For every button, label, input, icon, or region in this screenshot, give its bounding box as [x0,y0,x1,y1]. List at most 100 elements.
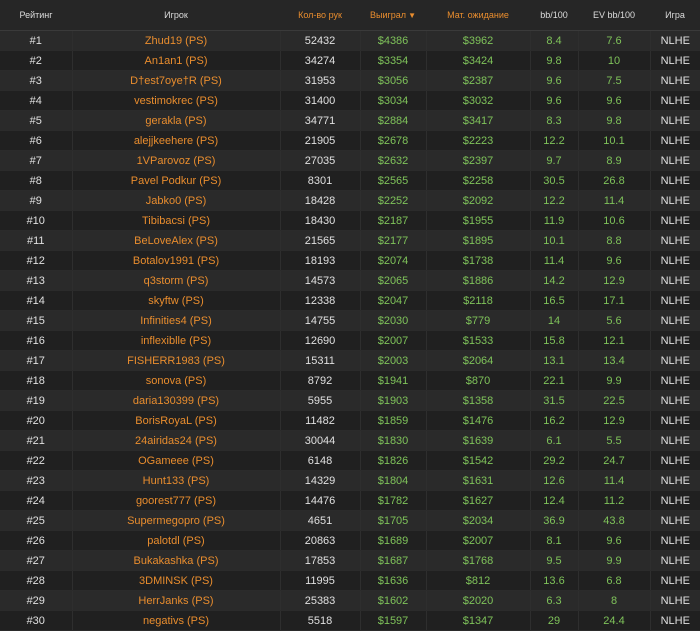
player-name-link[interactable]: gerakla (PS) [71,110,280,131]
player-name-link[interactable]: Hunt133 (PS) [71,470,280,491]
player-name-link[interactable]: HerrJanks (PS) [71,590,280,611]
bb100-cell: 11.4 [529,250,578,271]
bb100-cell: 15.8 [529,330,578,351]
player-name-link[interactable]: Bukakashka (PS) [71,550,280,571]
player-name-link[interactable]: negativs (PS) [71,610,280,631]
bb100-cell: 9.6 [529,90,578,111]
table-row: #27 Bukakashka (PS) 17853 $1687 $1768 9.5 9.9 N… [0,550,700,571]
player-name-link[interactable]: BeLoveAlex (PS) [71,230,280,251]
evbb100-cell: 8.8 [577,230,650,251]
player-name-link[interactable]: q3storm (PS) [71,270,280,291]
game-cell: NLHE [649,390,700,411]
won-cell: $2177 [359,230,426,251]
player-name-link[interactable]: goorest777 (PS) [71,490,280,511]
ev-cell: $2020 [425,590,530,611]
won-cell: $1602 [359,590,426,611]
evbb100-cell: 24.4 [577,610,650,631]
rank-cell: #14 [0,290,72,311]
player-name-link[interactable]: palotdl (PS) [71,530,280,551]
player-name-link[interactable]: Pavel Podkur (PS) [71,170,280,191]
player-name-link[interactable]: vestimokrec (PS) [71,90,280,111]
hands-cell: 34771 [279,110,360,131]
bb100-cell: 6.1 [529,430,578,451]
player-name-link[interactable]: skyftw (PS) [71,290,280,311]
game-cell: NLHE [649,70,700,91]
won-cell: $2007 [359,330,426,351]
table-body: #1 Zhud19 (PS) 52432 $4386 $3962 8.4 7.6 NLHE #2… [0,30,700,631]
player-name-link[interactable]: BorisRoyaL (PS) [71,410,280,431]
bb100-cell: 6.3 [529,590,578,611]
game-cell: NLHE [649,170,700,191]
evbb100-cell: 22.5 [577,390,650,411]
rank-cell: #30 [0,610,72,631]
ev-cell: $1533 [425,330,530,351]
header-game: Игра [650,0,700,31]
rank-cell: #5 [0,110,72,131]
player-name-link[interactable]: Botalov1991 (PS) [71,250,280,271]
player-name-link[interactable]: Tibibacsi (PS) [71,210,280,231]
table-row: #18 sonova (PS) 8792 $1941 $870 22.1 9.9 NLHE [0,370,700,391]
header-evbb100: EV bb/100 [578,0,650,31]
rank-cell: #22 [0,450,72,471]
player-name-link[interactable]: 3DMINSK (PS) [71,570,280,591]
hands-cell: 11482 [279,410,360,431]
evbb100-cell: 8.9 [577,150,650,171]
ev-cell: $1347 [425,610,530,631]
rank-cell: #21 [0,430,72,451]
player-name-link[interactable]: inflexiblle (PS) [71,330,280,351]
player-name-link[interactable]: D†est7oye†R (PS) [71,70,280,91]
game-cell: NLHE [649,110,700,131]
ev-cell: $2397 [425,150,530,171]
bb100-cell: 9.6 [529,70,578,91]
table-header: Рейтинг Игрок Кол-во рук Выиграл ▼ Мат. о… [0,0,700,31]
evbb100-cell: 9.6 [577,250,650,271]
header-hands[interactable]: Кол-во рук [280,0,360,31]
player-name-link[interactable]: 1VParovoz (PS) [71,150,280,171]
game-cell: NLHE [649,490,700,511]
ev-cell: $1895 [425,230,530,251]
game-cell: NLHE [649,150,700,171]
rank-cell: #25 [0,510,72,531]
header-player: Игрок [72,0,280,31]
bb100-cell: 29 [529,610,578,631]
evbb100-cell: 12.9 [577,410,650,431]
hands-cell: 20863 [279,530,360,551]
player-name-link[interactable]: Jabko0 (PS) [71,190,280,211]
game-cell: NLHE [649,330,700,351]
hands-cell: 14755 [279,310,360,331]
table-row: #29 HerrJanks (PS) 25383 $1602 $2020 6.3 8 NLHE [0,590,700,611]
evbb100-cell: 17.1 [577,290,650,311]
player-name-link[interactable]: 24airidas24 (PS) [71,430,280,451]
evbb100-cell: 9.9 [577,370,650,391]
player-name-link[interactable]: Supermegopro (PS) [71,510,280,531]
hands-cell: 12338 [279,290,360,311]
player-name-link[interactable]: Zhud19 (PS) [71,30,280,51]
won-cell: $2252 [359,190,426,211]
game-cell: NLHE [649,350,700,371]
bb100-cell: 12.2 [529,130,578,151]
header-ev[interactable]: Мат. ожидание [426,0,530,31]
won-cell: $1689 [359,530,426,551]
evbb100-cell: 13.4 [577,350,650,371]
ev-cell: $3032 [425,90,530,111]
player-name-link[interactable]: An1an1 (PS) [71,50,280,71]
player-name-link[interactable]: alejjkeehere (PS) [71,130,280,151]
ev-cell: $3417 [425,110,530,131]
bb100-cell: 9.8 [529,50,578,71]
ev-cell: $2387 [425,70,530,91]
evbb100-cell: 6.8 [577,570,650,591]
player-name-link[interactable]: OGameee (PS) [71,450,280,471]
won-cell: $1597 [359,610,426,631]
player-name-link[interactable]: daria130399 (PS) [71,390,280,411]
rank-cell: #27 [0,550,72,571]
player-name-link[interactable]: FISHERR1983 (PS) [71,350,280,371]
table-row: #6 alejjkeehere (PS) 21905 $2678 $2223 12.2 10… [0,130,700,151]
header-won[interactable]: Выиграл ▼ [360,0,426,31]
player-name-link[interactable]: sonova (PS) [71,370,280,391]
won-cell: $2003 [359,350,426,371]
game-cell: NLHE [649,30,700,51]
bb100-cell: 14.2 [529,270,578,291]
hands-cell: 14476 [279,490,360,511]
hands-cell: 6148 [279,450,360,471]
player-name-link[interactable]: Infinities4 (PS) [71,310,280,331]
